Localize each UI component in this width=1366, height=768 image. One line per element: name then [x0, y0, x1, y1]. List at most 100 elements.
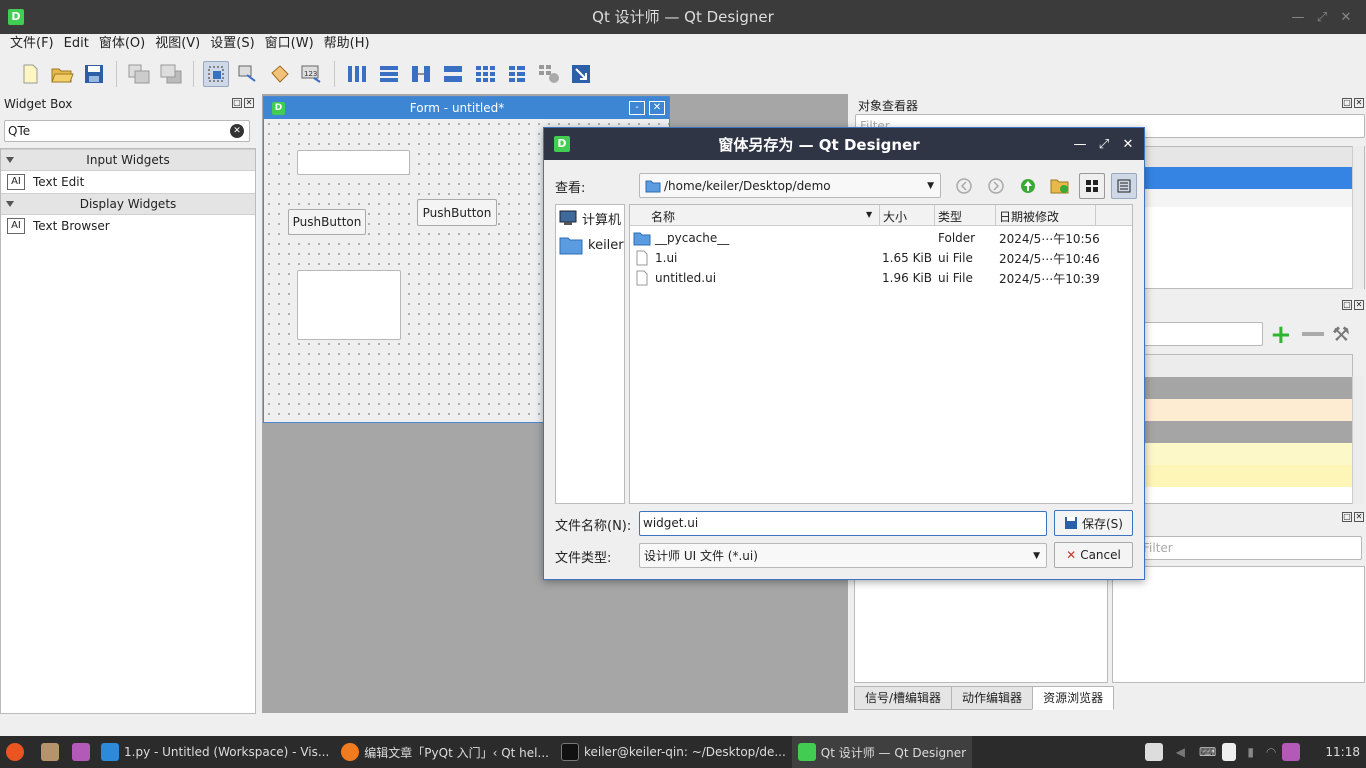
close-panel-icon[interactable]: ✕ — [1354, 300, 1364, 310]
system-tray-icon[interactable] — [1282, 743, 1301, 761]
widget-item-text-browser[interactable]: AI Text Browser — [1, 215, 255, 237]
add-property-icon[interactable]: + — [1270, 322, 1296, 348]
object-tree-scrollbar[interactable] — [1352, 146, 1364, 289]
form-line-edit[interactable] — [297, 150, 410, 175]
tab-action-editor[interactable]: 动作编辑器 — [951, 686, 1034, 710]
edit-buddies-icon[interactable] — [267, 61, 293, 87]
filetype-combo[interactable]: 设计师 UI 文件 (*.ui) ▼ — [639, 543, 1047, 568]
form-close-icon[interactable]: ✕ — [649, 101, 665, 115]
edit-signals-slots-icon[interactable] — [235, 61, 261, 87]
save-icon[interactable] — [81, 61, 107, 87]
menu-window[interactable]: 窗口(W) — [260, 34, 319, 54]
look-in-combo[interactable]: /home/keiler/Desktop/demo ▼ — [639, 173, 941, 198]
dialog-minimize-icon[interactable]: — — [1068, 137, 1092, 152]
close-icon[interactable]: ✕ — [1334, 10, 1358, 25]
save-icon — [1065, 517, 1077, 529]
file-row[interactable]: 1.ui 1.65 KiB ui File 2024/5⋯午10:46 — [630, 248, 1132, 268]
task-terminal[interactable]: keiler@keiler-qin: ~/Desktop/de... — [555, 736, 792, 768]
menu-edit[interactable]: Edit — [59, 34, 94, 54]
resource-tree[interactable] — [854, 566, 1108, 683]
keyboard-icon[interactable]: ⌨ — [1199, 745, 1216, 759]
task-firefox[interactable]: 编辑文章「PyQt 入门」‹ Qt hel... — [335, 736, 555, 768]
new-folder-icon[interactable] — [1047, 173, 1073, 199]
computer-icon — [559, 210, 577, 225]
dialog-close-icon[interactable]: ✕ — [1116, 137, 1140, 152]
layout-horizontal-splitter-icon[interactable] — [408, 61, 434, 87]
float-panel-icon[interactable]: ▢ — [1342, 512, 1352, 522]
list-view-icon[interactable] — [1079, 173, 1105, 199]
column-date[interactable]: 日期被修改 — [999, 208, 1059, 225]
category-input-widgets[interactable]: Input Widgets — [1, 149, 255, 171]
widget-item-text-edit[interactable]: AI Text Edit — [1, 171, 255, 193]
adjust-size-icon[interactable] — [568, 61, 594, 87]
bring-to-front-icon[interactable] — [158, 61, 184, 87]
volume-icon[interactable]: ◀ — [1176, 745, 1185, 759]
layout-vertical-icon[interactable] — [376, 61, 402, 87]
close-panel-icon[interactable]: ✕ — [1354, 512, 1364, 522]
filename-input[interactable]: widget.ui — [639, 511, 1047, 536]
resource-list[interactable] — [1112, 566, 1365, 683]
file-manager-icon[interactable] — [41, 743, 59, 761]
form-title-bar[interactable]: D Form - untitled* - ✕ — [264, 97, 669, 119]
menu-file[interactable]: 文件(F) — [5, 34, 59, 54]
cancel-button[interactable]: ✕ Cancel — [1054, 542, 1133, 568]
task-vscode[interactable]: 1.py - Untitled (Workspace) - Vis... — [95, 736, 335, 768]
send-to-back-icon[interactable] — [126, 61, 152, 87]
edit-tab-order-icon[interactable]: 123 — [299, 61, 325, 87]
form-push-button-1[interactable]: PushButton — [288, 209, 366, 235]
form-text-edit[interactable] — [297, 270, 401, 340]
clipboard-icon[interactable] — [1222, 743, 1237, 761]
dialog-maximize-icon[interactable]: ⤢ — [1092, 137, 1116, 152]
column-type[interactable]: 类型 — [938, 208, 962, 225]
form-minimize-icon[interactable]: - — [629, 101, 645, 115]
notes-icon[interactable] — [1144, 743, 1163, 761]
close-panel-icon[interactable]: ✕ — [1354, 98, 1364, 108]
layout-form-icon[interactable] — [504, 61, 530, 87]
sidebar-item-home[interactable]: keiler — [556, 231, 624, 259]
menu-form[interactable]: 窗体(O) — [94, 34, 150, 54]
break-layout-icon[interactable] — [536, 61, 562, 87]
sidebar-item-computer[interactable]: 计算机 — [556, 205, 624, 231]
dialog-title-bar[interactable]: D 窗体另存为 — Qt Designer — ⤢ ✕ — [544, 128, 1144, 160]
tab-resource-browser[interactable]: 资源浏览器 — [1032, 686, 1115, 710]
layout-vertical-splitter-icon[interactable] — [440, 61, 466, 87]
float-panel-icon[interactable]: ▢ — [232, 98, 242, 108]
detail-view-icon[interactable] — [1111, 173, 1137, 199]
menu-help[interactable]: 帮助(H) — [319, 34, 375, 54]
new-file-icon[interactable] — [17, 61, 43, 87]
category-display-widgets[interactable]: Display Widgets — [1, 193, 255, 215]
layout-grid-icon[interactable] — [472, 61, 498, 87]
configure-icon[interactable]: ⚒ — [1332, 322, 1358, 346]
float-panel-icon[interactable]: ▢ — [1342, 300, 1352, 310]
column-size[interactable]: 大小 — [883, 208, 907, 225]
maximize-icon[interactable]: ⤢ — [1310, 10, 1334, 25]
tab-signal-slot-editor[interactable]: 信号/槽编辑器 — [854, 686, 953, 710]
layout-horizontal-icon[interactable] — [344, 61, 370, 87]
minimize-icon[interactable]: — — [1286, 10, 1310, 25]
clear-search-icon[interactable]: ✕ — [230, 124, 244, 138]
column-name[interactable]: 名称 — [651, 208, 675, 225]
open-folder-icon[interactable] — [49, 61, 75, 87]
float-panel-icon[interactable]: ▢ — [1342, 98, 1352, 108]
property-table-scrollbar[interactable] — [1352, 376, 1364, 504]
bottom-tab-bar: 信号/槽编辑器 动作编辑器 资源浏览器 — [854, 686, 1115, 710]
battery-icon[interactable]: ▮ — [1247, 745, 1254, 759]
parent-directory-icon[interactable] — [1015, 173, 1041, 199]
menu-view[interactable]: 视图(V) — [150, 34, 205, 54]
widget-box-search[interactable]: QTe ✕ — [4, 120, 250, 142]
resource-filter-input[interactable]: Filter — [1114, 536, 1362, 560]
forward-icon[interactable] — [983, 173, 1009, 199]
wifi-icon[interactable]: ◠ — [1266, 745, 1276, 759]
task-qt-designer[interactable]: Qt 设计师 — Qt Designer — [791, 736, 973, 768]
remove-property-icon[interactable] — [1302, 332, 1324, 336]
back-icon[interactable] — [951, 173, 977, 199]
ubuntu-menu-icon[interactable] — [6, 743, 24, 761]
menu-settings[interactable]: 设置(S) — [205, 34, 259, 54]
edit-widgets-icon[interactable] — [203, 61, 229, 87]
save-button[interactable]: 保存(S) — [1054, 510, 1133, 536]
file-row[interactable]: __pycache__ Folder 2024/5⋯午10:56 — [630, 228, 1132, 248]
close-panel-icon[interactable]: ✕ — [244, 98, 254, 108]
file-row[interactable]: untitled.ui 1.96 KiB ui File 2024/5⋯午10:… — [630, 268, 1132, 288]
form-push-button-2[interactable]: PushButton — [417, 199, 497, 226]
image-viewer-icon[interactable] — [72, 743, 90, 761]
